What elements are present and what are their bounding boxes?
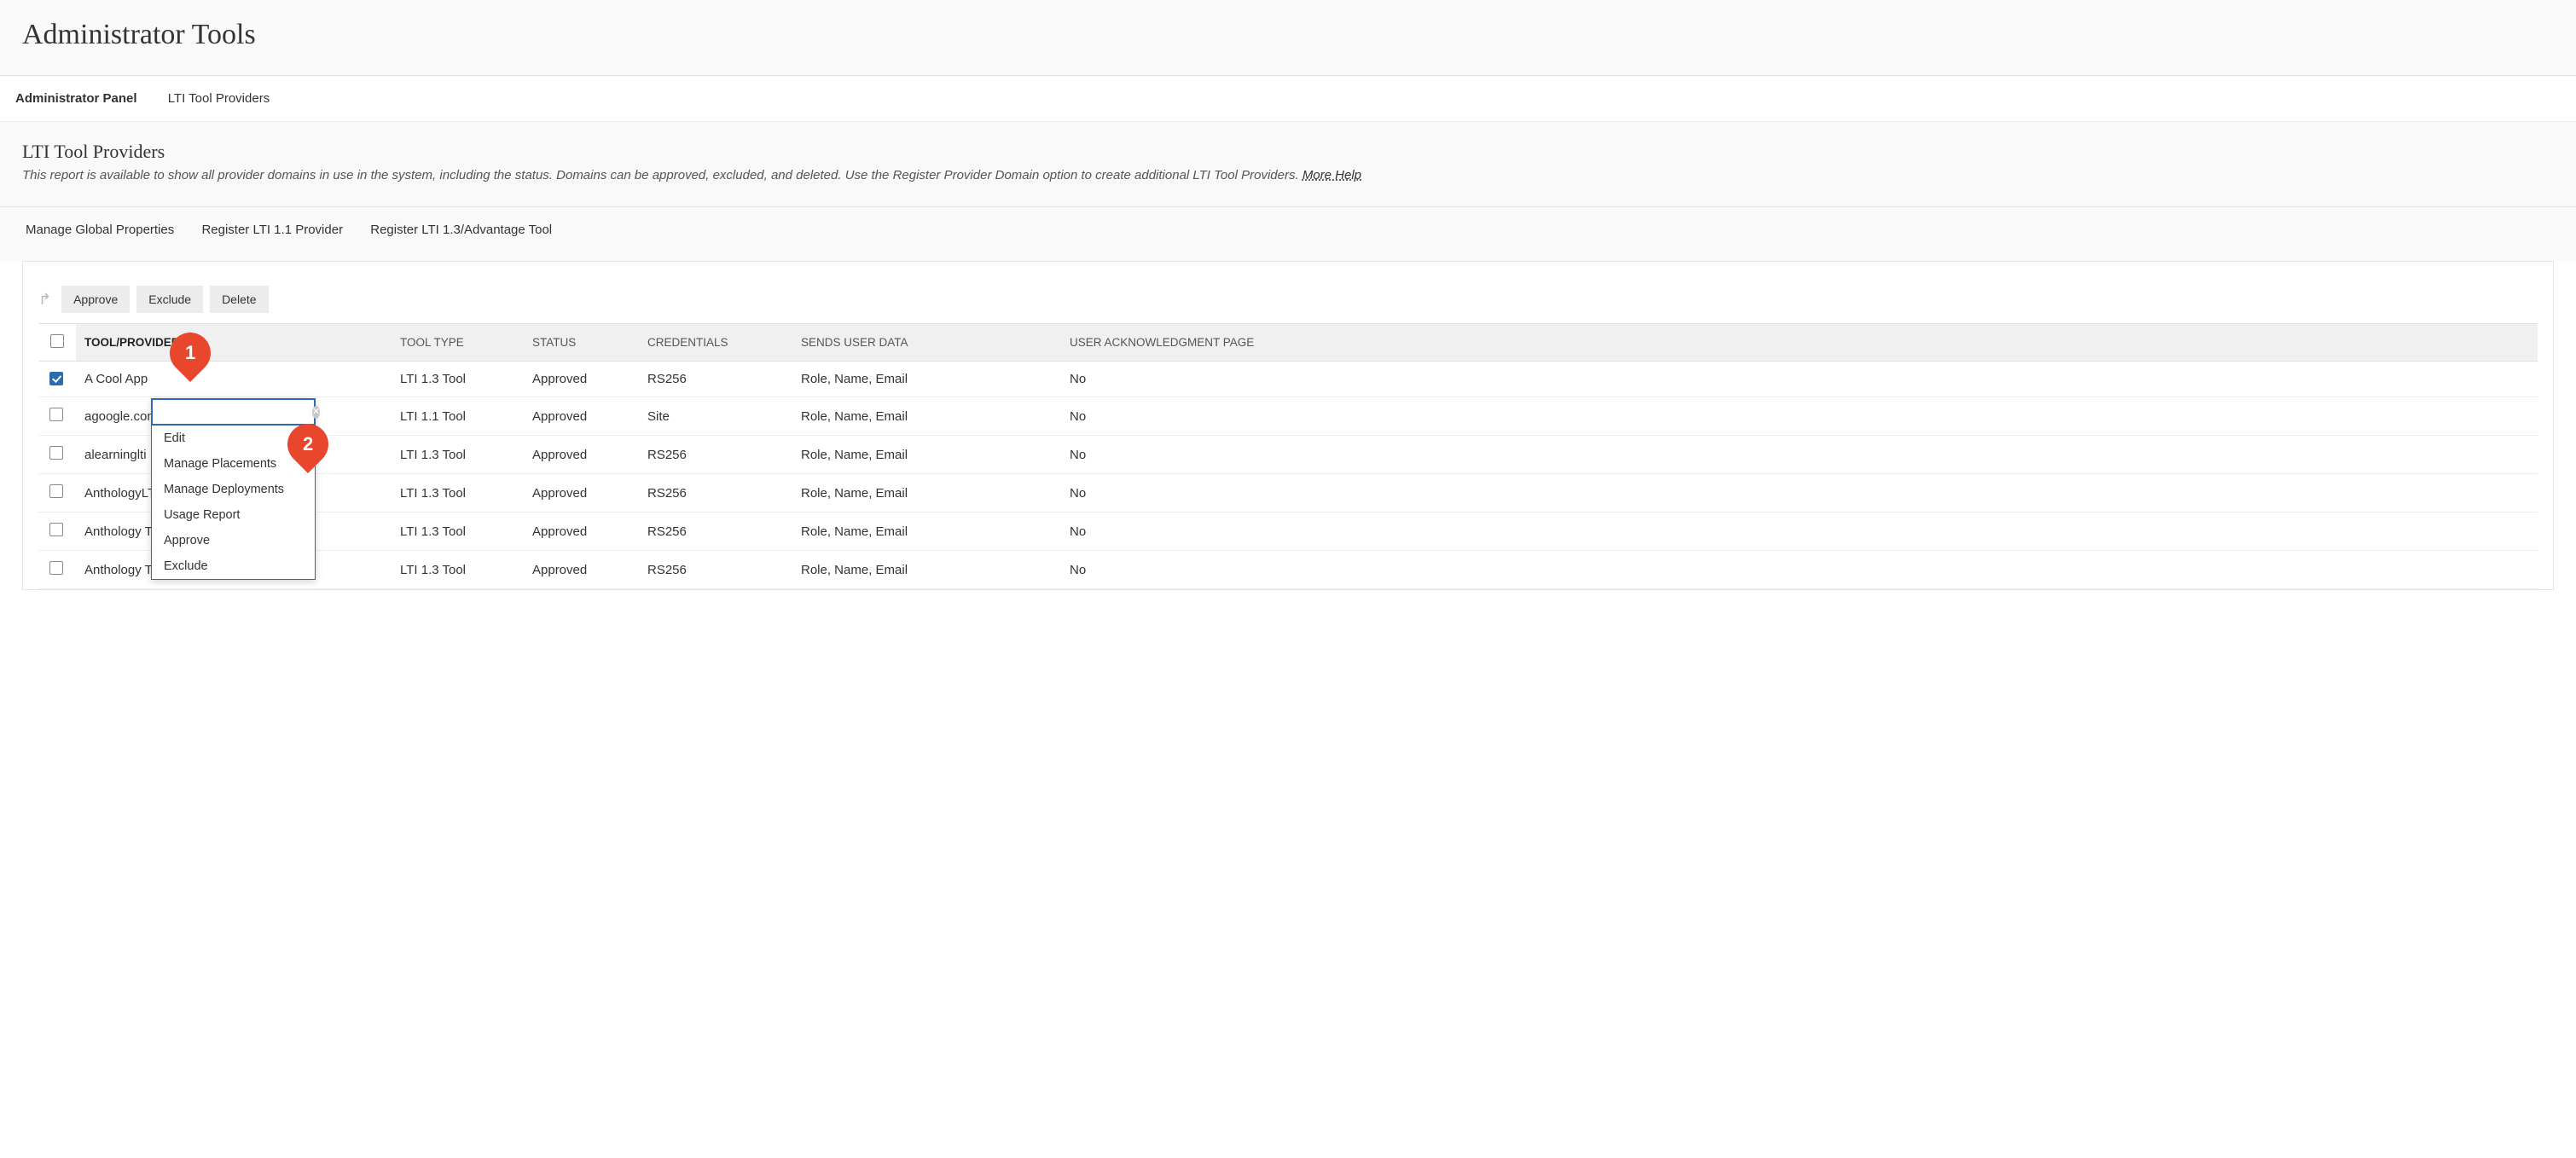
cell-sends: Role, Name, Email <box>792 397 1061 436</box>
cell-sends: Role, Name, Email <box>792 362 1061 397</box>
clear-search-icon[interactable]: ✕ <box>312 406 320 419</box>
row-checkbox[interactable] <box>49 484 63 498</box>
cell-type: LTI 1.3 Tool <box>392 551 524 589</box>
cell-sends: Role, Name, Email <box>792 512 1061 551</box>
cell-sends: Role, Name, Email <box>792 551 1061 589</box>
select-arrow-icon: ↱ <box>38 291 55 309</box>
cell-ack: No <box>1061 397 2538 436</box>
table-row: AnthologyLTLTI 1.3 ToolApprovedRS256Role… <box>38 474 2538 512</box>
cell-type: LTI 1.3 Tool <box>392 362 524 397</box>
col-credentials[interactable]: CREDENTIALS <box>639 324 792 362</box>
section-description-text: This report is available to show all pro… <box>22 168 1299 182</box>
cell-sends: Role, Name, Email <box>792 436 1061 474</box>
cell-ack: No <box>1061 436 2538 474</box>
row-checkbox[interactable] <box>49 523 63 536</box>
cm-manage-deployments[interactable]: Manage Deployments <box>152 477 315 502</box>
section-title: LTI Tool Providers <box>22 141 2554 163</box>
sub-nav: Manage Global Properties Register LTI 1.… <box>0 207 2576 261</box>
cell-ack: No <box>1061 512 2538 551</box>
more-help-link[interactable]: More Help <box>1303 168 1361 182</box>
col-status[interactable]: STATUS <box>524 324 639 362</box>
col-user-ack[interactable]: USER ACKNOWLEDGMENT PAGE <box>1061 324 2538 362</box>
cell-ack: No <box>1061 551 2538 589</box>
cell-status: Approved <box>524 512 639 551</box>
cell-status: Approved <box>524 474 639 512</box>
cm-usage-report[interactable]: Usage Report <box>152 502 315 528</box>
cell-sends: Role, Name, Email <box>792 474 1061 512</box>
table-row: agoogle.comLTI 1.1 ToolApprovedSiteRole,… <box>38 397 2538 436</box>
col-tool-type[interactable]: TOOL TYPE <box>392 324 524 362</box>
cell-ack: No <box>1061 362 2538 397</box>
cell-credentials: RS256 <box>639 474 792 512</box>
table-row: alearningltiLTI 1.3 ToolApprovedRS256Rol… <box>38 436 2538 474</box>
cell-status: Approved <box>524 551 639 589</box>
table-row: A Cool AppLTI 1.3 ToolApprovedRS256Role,… <box>38 362 2538 397</box>
cell-status: Approved <box>524 436 639 474</box>
row-checkbox[interactable] <box>49 408 63 421</box>
breadcrumb: Administrator Panel LTI Tool Providers <box>0 76 2576 122</box>
exclude-button[interactable]: Exclude <box>136 286 203 313</box>
select-all-checkbox[interactable] <box>50 334 64 348</box>
breadcrumb-admin-panel[interactable]: Administrator Panel <box>15 91 137 106</box>
row-checkbox[interactable] <box>49 372 63 385</box>
context-menu: ✕ Edit Manage Placements Manage Deployme… <box>151 398 316 580</box>
cell-credentials: Site <box>639 397 792 436</box>
subnav-register-11[interactable]: Register LTI 1.1 Provider <box>201 223 343 237</box>
cell-type: LTI 1.3 Tool <box>392 474 524 512</box>
cell-ack: No <box>1061 474 2538 512</box>
subnav-manage-global[interactable]: Manage Global Properties <box>26 223 174 237</box>
cell-credentials: RS256 <box>639 362 792 397</box>
table-row: Anthology TLTI 1.3 ToolApprovedRS256Role… <box>38 512 2538 551</box>
cell-type: LTI 1.3 Tool <box>392 512 524 551</box>
cell-credentials: RS256 <box>639 512 792 551</box>
cell-type: LTI 1.1 Tool <box>392 397 524 436</box>
cell-credentials: RS256 <box>639 436 792 474</box>
row-checkbox[interactable] <box>49 561 63 575</box>
row-checkbox[interactable] <box>49 446 63 460</box>
cell-tool-name[interactable]: A Cool App <box>76 362 392 397</box>
subnav-register-13[interactable]: Register LTI 1.3/Advantage Tool <box>370 223 552 237</box>
cell-type: LTI 1.3 Tool <box>392 436 524 474</box>
page-title: Administrator Tools <box>22 19 2554 51</box>
context-search-input[interactable] <box>158 405 312 419</box>
breadcrumb-lti-providers[interactable]: LTI Tool Providers <box>168 91 270 106</box>
cm-exclude[interactable]: Exclude <box>152 553 315 579</box>
delete-button[interactable]: Delete <box>210 286 268 313</box>
table-row: Anthology TLTI 1.3 ToolApprovedRS256Role… <box>38 551 2538 589</box>
cell-status: Approved <box>524 362 639 397</box>
col-tool-provider[interactable]: TOOL/PROVIDER <box>76 324 392 362</box>
cell-credentials: RS256 <box>639 551 792 589</box>
section-description: This report is available to show all pro… <box>22 168 2554 182</box>
cm-approve[interactable]: Approve <box>152 528 315 553</box>
col-sends-user-data[interactable]: SENDS USER DATA <box>792 324 1061 362</box>
cell-status: Approved <box>524 397 639 436</box>
approve-button[interactable]: Approve <box>61 286 130 313</box>
